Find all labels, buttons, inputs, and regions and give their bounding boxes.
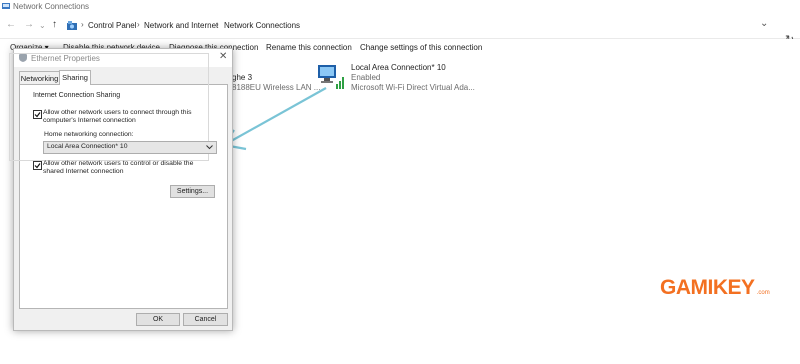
ok-button[interactable]: OK bbox=[136, 313, 180, 326]
allow-connect-label-line2: computer's Internet connection bbox=[43, 117, 136, 124]
allow-control-label-line2: shared Internet connection bbox=[43, 168, 124, 175]
checkbox-icon bbox=[34, 163, 41, 169]
tab-sharing[interactable]: Sharing bbox=[59, 70, 91, 85]
allow-control-checkbox[interactable] bbox=[33, 161, 42, 170]
gamikey-watermark: GAMIKEY .com bbox=[660, 276, 770, 300]
allow-control-label: Allow other network users to control or … bbox=[43, 160, 194, 167]
watermark-brand: GAMIKEY bbox=[660, 276, 755, 299]
settings-button[interactable]: Settings... bbox=[170, 185, 215, 198]
close-icon[interactable]: ✕ bbox=[219, 51, 227, 62]
cancel-button[interactable]: Cancel bbox=[183, 313, 228, 326]
watermark-suffix: .com bbox=[756, 290, 770, 296]
checkbox-icon bbox=[34, 112, 41, 118]
group-title: Internet Connection Sharing bbox=[31, 92, 123, 99]
home-connection-label: Home networking connection: bbox=[44, 131, 134, 138]
allow-connect-checkbox[interactable] bbox=[33, 110, 42, 119]
allow-connect-label: Allow other network users to connect thr… bbox=[43, 109, 192, 116]
home-connection-select[interactable]: Local Area Connection* 10 bbox=[43, 141, 217, 154]
home-connection-value: Local Area Connection* 10 bbox=[47, 143, 128, 150]
dropdown-arrow-icon bbox=[206, 145, 213, 150]
